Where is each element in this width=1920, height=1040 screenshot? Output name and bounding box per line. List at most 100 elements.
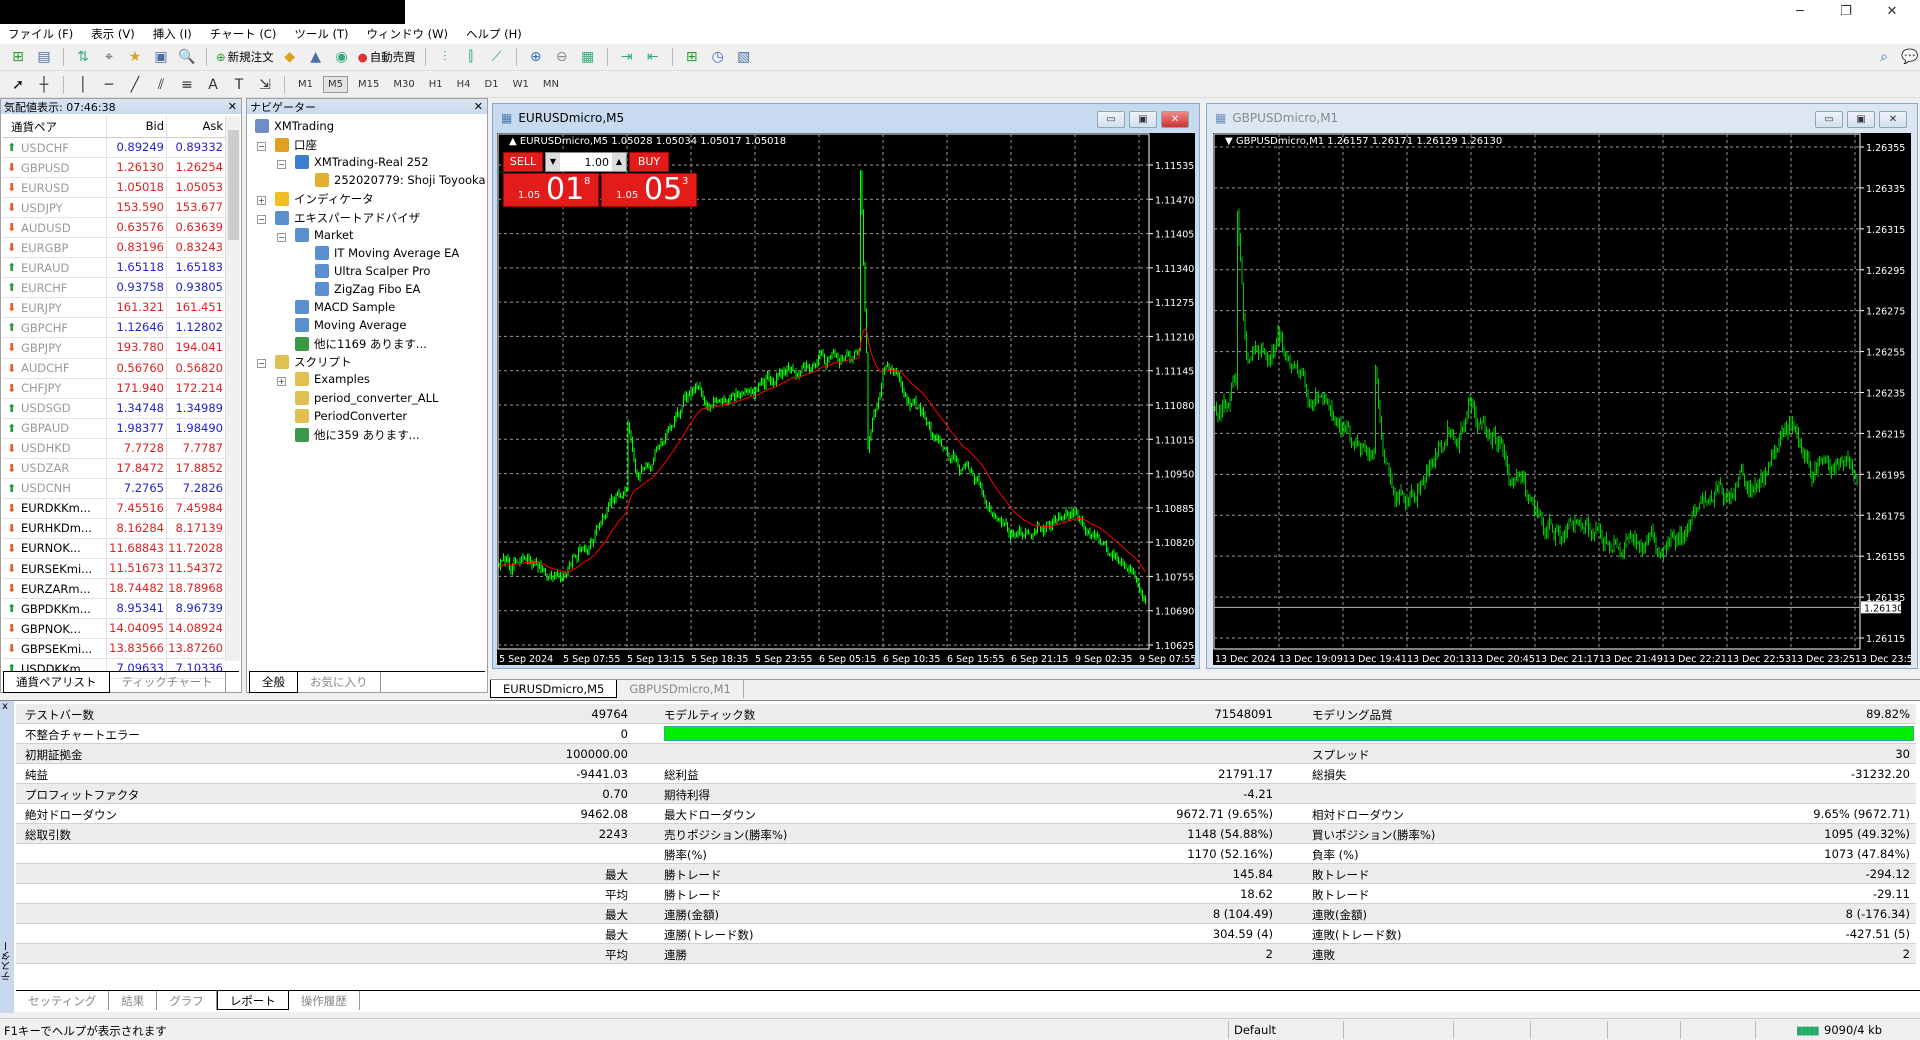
market-watch-row[interactable]: ⬇ EURJPY 161.321 161.451 xyxy=(3,298,225,319)
autoscroll-icon[interactable]: ⇥ xyxy=(617,47,637,67)
sell-button[interactable]: SELL xyxy=(503,152,543,172)
buy-price-button[interactable]: 1.05 05 3 xyxy=(601,172,697,207)
market-watch-row[interactable]: ⬇ EURDKKm... 7.45516 7.45984 xyxy=(3,498,225,519)
market-watch-row[interactable]: ⬇ AUDCHF 0.56760 0.56820 xyxy=(3,358,225,379)
gbpusd-chart[interactable]: 1.26355 1.26335 1.26315 1.26295 1.26275 1.262… xyxy=(1213,133,1911,665)
market-watch-row[interactable]: ⬇ EURSEKmi... 11.51673 11.54372 xyxy=(3,558,225,580)
candlestick-icon[interactable]: ⫿ xyxy=(461,47,481,67)
increase-lot-button[interactable]: ▲ xyxy=(612,153,626,171)
timeframe-m1[interactable]: M1 xyxy=(294,77,317,92)
terminal-icon[interactable]: ▣ xyxy=(151,47,171,67)
navigator-item[interactable]: Market xyxy=(295,227,354,242)
market-watch-icon[interactable]: ⇅ xyxy=(73,47,93,67)
eurusd-chart[interactable]: 1.11535 1.11470 1.11405 1.11340 1.11275 1.112… xyxy=(497,133,1195,665)
market-watch-row[interactable]: ⬇ EURNOK... 11.68843 11.72028 xyxy=(3,538,225,559)
column-symbol[interactable]: 通貨ペア xyxy=(3,116,107,137)
line-chart-icon[interactable]: ⟋ xyxy=(487,47,507,67)
market-watch-row[interactable]: ⬇ EURZARm... 18.74482 18.78968 xyxy=(3,579,225,600)
auto-trading-button[interactable]: ● 自動売買 xyxy=(358,49,416,65)
lot-size-stepper[interactable]: ▼ 1.00 ▲ xyxy=(545,152,627,172)
zoom-out-icon[interactable]: ⊖ xyxy=(552,47,572,67)
new-order-button[interactable]: ⊕ 新規注文 xyxy=(216,49,274,65)
equidistant-channel-icon[interactable]: ⫽ xyxy=(151,75,171,95)
market-watch-row[interactable]: ⬇ GBPUSD 1.26130 1.26254 xyxy=(3,158,225,179)
market-watch-row[interactable]: ⬆ GBPAUD 1.98377 1.98490 xyxy=(3,418,225,439)
chart-title-bar[interactable]: ▦ GBPUSDmicro,M1 xyxy=(1207,104,1917,132)
tester-tab[interactable]: セッティング xyxy=(16,991,110,1010)
maximize-chart-button[interactable]: ▣ xyxy=(1129,111,1157,128)
navigator-item[interactable]: XMTrading-Real 252 xyxy=(295,155,429,170)
minimize-chart-button[interactable]: ▭ xyxy=(1815,111,1843,128)
market-watch-row[interactable]: ⬇ CHFJPY 171.940 172.214 xyxy=(3,378,225,399)
indicators-icon[interactable]: ⊞ xyxy=(682,47,702,67)
navigator-item[interactable]: エキスパートアドバイザ xyxy=(275,210,420,226)
navigator-item[interactable]: ZigZag Fibo EA xyxy=(315,281,420,296)
menu-item[interactable]: 挿入 (I) xyxy=(153,26,192,42)
navigator-icon[interactable]: ★ xyxy=(125,47,145,67)
navigator-item[interactable]: XMTrading xyxy=(255,119,334,133)
chart-tab[interactable]: GBPUSDmicro,M1 xyxy=(617,680,744,698)
signals-icon[interactable]: ◉ xyxy=(332,47,352,67)
buy-button[interactable]: BUY xyxy=(629,152,669,172)
close-icon[interactable]: ✕ xyxy=(474,100,483,113)
column-bid[interactable]: Bid xyxy=(107,116,167,137)
navigator-item[interactable]: Moving Average xyxy=(295,318,406,333)
chart-tab[interactable]: EURUSDmicro,M5 xyxy=(490,680,618,698)
minimize-button[interactable]: ─ xyxy=(1780,2,1820,22)
scrollbar-thumb[interactable] xyxy=(228,130,239,240)
tab-tick-chart[interactable]: ティックチャート xyxy=(110,672,226,693)
chart-title-bar[interactable]: ▦ EURUSDmicro,M5 xyxy=(493,104,1199,132)
menu-item[interactable]: 表示 (V) xyxy=(91,26,135,42)
new-chart-icon[interactable]: ⊞ xyxy=(8,47,28,67)
vertical-line-icon[interactable]: │ xyxy=(73,75,93,95)
tile-windows-icon[interactable]: ▦ xyxy=(578,47,598,67)
collapse-arrow-icon[interactable]: ▼ xyxy=(1225,136,1236,147)
text-icon[interactable]: A xyxy=(203,75,223,95)
navigator-item[interactable]: Ultra Scalper Pro xyxy=(315,263,430,278)
close-button[interactable]: ✕ xyxy=(1872,2,1912,22)
column-ask[interactable]: Ask xyxy=(167,116,225,137)
timeframe-m30[interactable]: M30 xyxy=(389,77,418,92)
close-icon[interactable]: ✕ xyxy=(228,100,237,113)
navigator-item[interactable]: MACD Sample xyxy=(295,300,395,314)
expand-icon[interactable]: + xyxy=(277,377,286,387)
market-watch-row[interactable]: ⬆ EURCHF 0.93758 0.93805 xyxy=(3,278,225,299)
market-watch-row[interactable]: ⬇ USDZAR 17.8472 17.8852 xyxy=(3,458,225,479)
collapse-icon[interactable]: − xyxy=(257,142,266,152)
market-watch-row[interactable]: ⬆ EURAUD 1.65118 1.65183 xyxy=(3,258,225,279)
market-watch-scrollbar[interactable] xyxy=(225,116,240,661)
close-chart-button[interactable]: ✕ xyxy=(1161,111,1189,128)
market-watch-row[interactable]: ⬇ AUDUSD 0.63576 0.63639 xyxy=(3,218,225,239)
cursor-icon[interactable]: ➚ xyxy=(8,75,28,95)
market-icon[interactable]: ▲ xyxy=(306,47,326,67)
navigator-item[interactable]: スクリプト xyxy=(275,354,352,370)
market-watch-row[interactable]: ⬇ GBPNOK... 14.04095 14.08924 xyxy=(3,619,225,640)
market-watch-row[interactable]: ⬆ USDSGD 1.34748 1.34989 xyxy=(3,398,225,419)
menu-item[interactable]: ヘルプ (H) xyxy=(466,26,522,42)
sell-price-button[interactable]: 1.05 01 8 xyxy=(503,172,599,207)
maximize-chart-button[interactable]: ▣ xyxy=(1847,111,1875,128)
chart-shift-icon[interactable]: ⇤ xyxy=(643,47,663,67)
close-chart-button[interactable]: ✕ xyxy=(1879,111,1907,128)
collapse-icon[interactable]: − xyxy=(257,214,266,224)
tab-common[interactable]: 全般 xyxy=(249,672,298,693)
navigator-item[interactable]: IT Moving Average EA xyxy=(315,245,459,260)
market-watch-row[interactable]: ⬆ USDCHF 0.89249 0.89332 xyxy=(3,138,225,159)
timeframe-w1[interactable]: W1 xyxy=(509,77,533,92)
navigator-item[interactable]: 他に1169 あります... xyxy=(295,336,427,352)
market-watch-row[interactable]: ⬆ USDCNH 7.2765 7.2826 xyxy=(3,478,225,499)
navigator-item[interactable]: 252020779: Shoji Toyooka xyxy=(315,173,486,188)
collapse-icon[interactable]: − xyxy=(277,232,286,242)
profiles-icon[interactable]: ▤ xyxy=(34,47,54,67)
chart-window-gbpusd[interactable]: ▦ GBPUSDmicro,M1 ▭ ▣ ✕ 1.26355 1.26335 1.2… xyxy=(1206,103,1918,669)
collapse-icon[interactable]: − xyxy=(257,359,266,369)
market-watch-row[interactable]: ⬇ GBPSEKmi... 13.83566 13.87260 xyxy=(3,639,225,660)
market-watch-row[interactable]: ⬇ USDJPY 153.590 153.677 xyxy=(3,198,225,219)
navigator-item[interactable]: 他に359 あります... xyxy=(295,427,420,443)
timeframe-h4[interactable]: H4 xyxy=(453,77,475,92)
data-window-icon[interactable]: ⌖ xyxy=(99,47,119,67)
decrease-lot-button[interactable]: ▼ xyxy=(546,153,560,171)
tester-tab[interactable]: 結果 xyxy=(109,991,158,1010)
tester-tab[interactable]: グラフ xyxy=(157,991,217,1010)
tab-favorites[interactable]: お気に入り xyxy=(298,672,381,693)
